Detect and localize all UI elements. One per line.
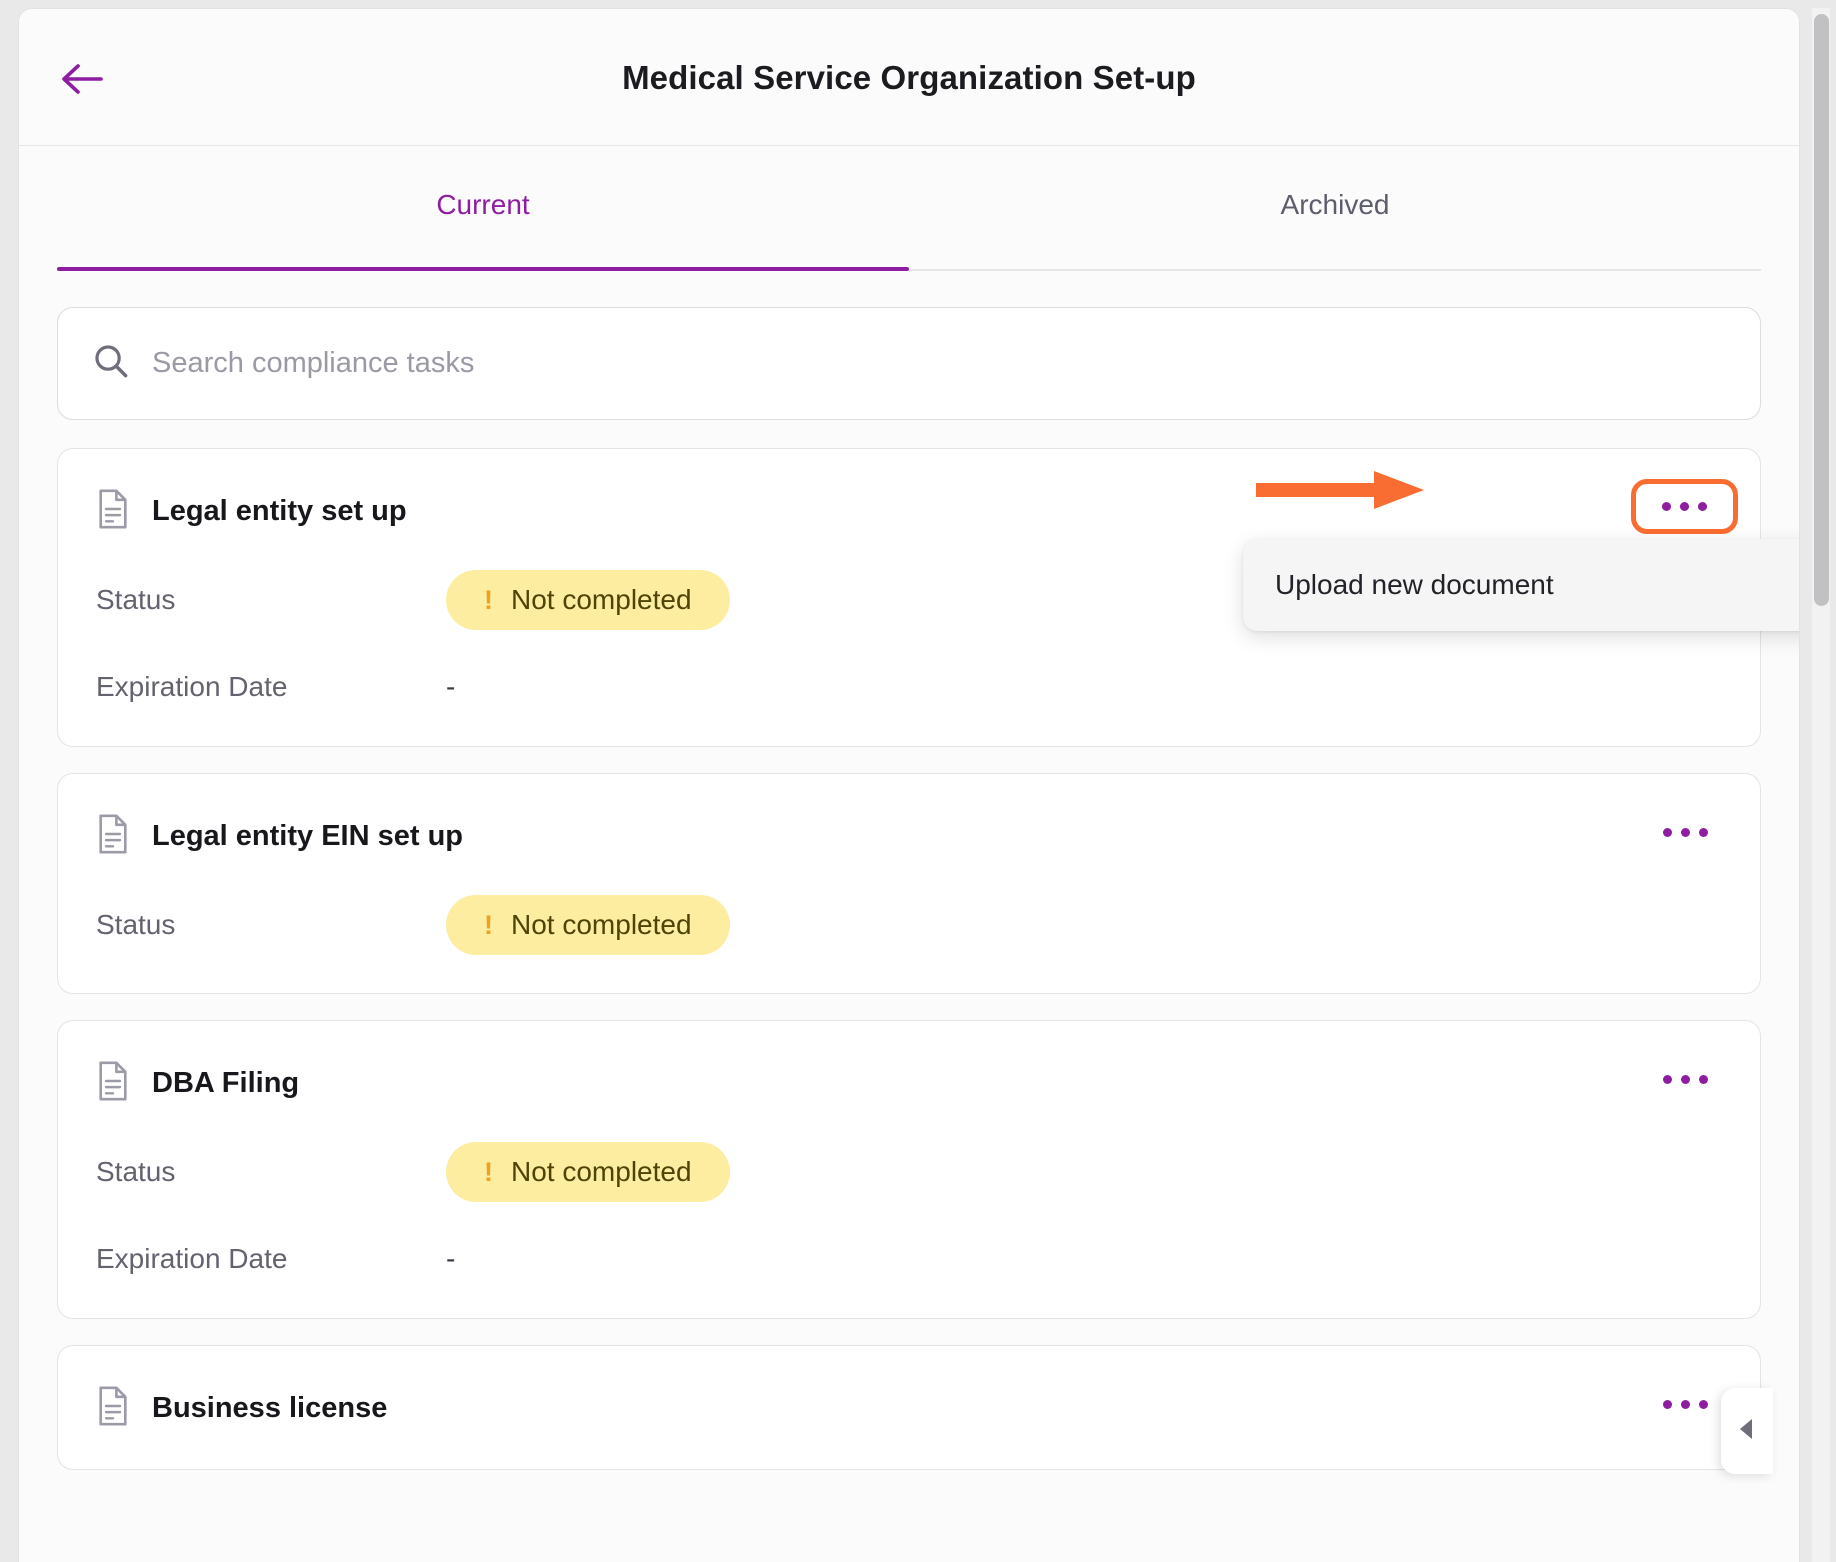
page-title: Medical Service Organization Set-up [622, 59, 1196, 96]
more-options-icon[interactable] [1651, 818, 1720, 847]
dot [1680, 502, 1689, 511]
warning-icon: ! [484, 909, 493, 940]
expiration-label: Expiration Date [96, 671, 288, 702]
dot [1699, 1075, 1708, 1084]
warning-icon: ! [484, 1156, 493, 1187]
dot [1699, 1400, 1708, 1409]
scrollbar-thumb[interactable] [1814, 14, 1829, 606]
expiration-label: Expiration Date [96, 1243, 288, 1274]
dot [1699, 828, 1708, 837]
status-badge-label: Not completed [511, 584, 692, 615]
tab-bar: Current Archived [57, 146, 1761, 271]
dot [1681, 1075, 1690, 1084]
menu-item-upload-new-document[interactable]: Upload new document [1243, 561, 1799, 609]
search-section [19, 271, 1799, 420]
more-options-icon[interactable] [1651, 1390, 1720, 1419]
document-icon [96, 489, 130, 534]
document-icon [96, 814, 130, 859]
tab-current[interactable]: Current [57, 146, 909, 271]
card-header: Business license [96, 1386, 1722, 1431]
expiration-row: Expiration Date - [96, 666, 1722, 708]
task-title: Business license [152, 1392, 388, 1424]
tab-archived[interactable]: Archived [909, 146, 1761, 271]
search-icon [92, 342, 130, 385]
page-header: Medical Service Organization Set-up [19, 9, 1799, 146]
card-header: Legal entity EIN set up [96, 814, 1722, 859]
expiration-row: Expiration Date - [96, 1238, 1722, 1280]
task-card[interactable]: DBA Filing Status ! Not completed Expira… [57, 1020, 1761, 1319]
status-badge: ! Not completed [446, 570, 730, 630]
search-input[interactable] [152, 347, 1726, 380]
status-badge-label: Not completed [511, 909, 692, 940]
search-box[interactable] [57, 307, 1761, 420]
dot [1663, 1400, 1672, 1409]
chevron-left-icon [1738, 1418, 1756, 1445]
dot [1663, 828, 1672, 837]
task-title: Legal entity EIN set up [152, 820, 463, 852]
status-row: Status ! Not completed [96, 895, 1722, 955]
task-card[interactable]: Legal entity EIN set up Status ! Not com… [57, 773, 1761, 994]
side-panel-toggle[interactable] [1721, 1388, 1773, 1474]
status-label: Status [96, 584, 176, 615]
task-title: DBA Filing [152, 1067, 300, 1099]
dot [1663, 1075, 1672, 1084]
more-options-icon[interactable] [1631, 479, 1738, 534]
status-badge-label: Not completed [511, 1156, 692, 1187]
status-badge: ! Not completed [446, 1142, 730, 1202]
expiration-value: - [446, 1243, 456, 1274]
context-menu: Upload new document [1243, 539, 1799, 631]
document-icon [96, 1386, 130, 1431]
task-card[interactable]: Business license [57, 1345, 1761, 1470]
dot [1662, 502, 1671, 511]
dot [1681, 828, 1690, 837]
main-panel: Medical Service Organization Set-up Curr… [18, 8, 1800, 1562]
document-icon [96, 1061, 130, 1106]
app-viewport: Medical Service Organization Set-up Curr… [0, 0, 1836, 1562]
status-row: Status ! Not completed [96, 1142, 1722, 1202]
card-header: DBA Filing [96, 1061, 1722, 1106]
task-title: Legal entity set up [152, 495, 407, 527]
warning-icon: ! [484, 584, 493, 615]
status-badge: ! Not completed [446, 895, 730, 955]
status-label: Status [96, 1156, 176, 1187]
dot [1681, 1400, 1690, 1409]
status-label: Status [96, 909, 176, 940]
card-header: Legal entity set up [96, 489, 1722, 534]
expiration-value: - [446, 671, 456, 702]
dot [1698, 502, 1707, 511]
more-options-icon[interactable] [1651, 1065, 1720, 1094]
